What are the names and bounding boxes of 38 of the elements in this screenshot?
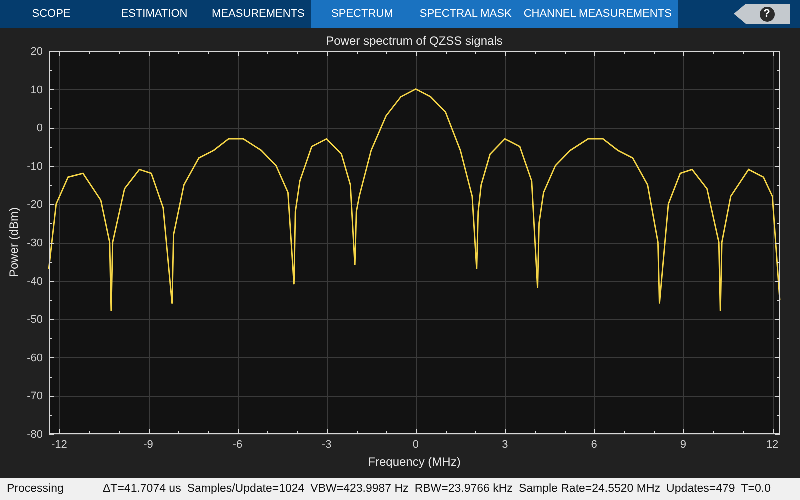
status-item: Samples/Update=1024	[187, 483, 305, 495]
status-item: ΔT=41.7074 us	[103, 483, 182, 495]
status-item: Updates=479	[666, 483, 736, 495]
y-tick-label: -40	[27, 276, 43, 288]
y-tick-label: 10	[30, 84, 43, 96]
toolstrip-tab[interactable]: SPECTRAL MASK	[414, 0, 518, 28]
status-text: Processing	[6, 483, 65, 495]
help-button[interactable]: ?	[734, 4, 790, 24]
y-tick-label: -60	[27, 352, 43, 364]
y-axis-label: Power (dBm)	[7, 208, 21, 278]
status-item: VBW=423.9987 Hz	[310, 483, 409, 495]
x-tick-label: 6	[591, 439, 598, 451]
y-tick-label: -80	[27, 429, 43, 441]
toolstrip-tab[interactable]: SCOPE	[0, 0, 103, 28]
x-tick-label: -6	[232, 439, 243, 451]
x-axis-label: Frequency (MHz)	[368, 455, 461, 469]
y-tick-label: -30	[27, 238, 43, 250]
x-tick-label: 0	[412, 439, 420, 451]
y-tick-label: 20	[30, 46, 43, 58]
x-tick-label: 3	[502, 439, 508, 451]
toolstrip-tab[interactable]: SPECTRUM	[310, 0, 414, 28]
y-tick-label: 0	[36, 122, 43, 135]
x-tick-label: 12	[766, 439, 779, 451]
status-item: T=0.0	[741, 483, 772, 495]
toolstrip-tab[interactable]: MEASUREMENTS	[206, 0, 311, 28]
toolstrip-tab[interactable]: ESTIMATION	[103, 0, 206, 28]
y-tick-label: -10	[27, 160, 43, 173]
toolstrip-tab[interactable]: CHANNEL MEASUREMENTS	[518, 0, 678, 28]
chart-title: Power spectrum of QZSS signals	[326, 34, 503, 48]
x-tick-label: -9	[144, 439, 154, 451]
x-tick-label: -3	[322, 439, 332, 451]
status-item: Sample Rate=24.5520 MHz	[518, 483, 661, 495]
status-item: RBW=23.9766 kHz	[414, 483, 513, 495]
y-tick-label: -70	[27, 390, 43, 403]
y-tick-label: -20	[27, 199, 43, 212]
x-tick-label: 9	[680, 439, 686, 451]
y-tick-label: -50	[27, 314, 43, 326]
x-tick-label: -12	[51, 439, 68, 451]
